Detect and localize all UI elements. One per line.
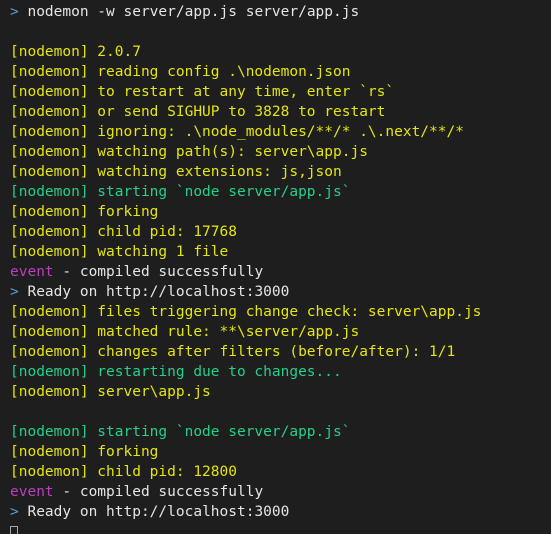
terminal-segment: [nodemon] reading config .\nodemon.json <box>10 64 351 80</box>
terminal-line-log: [nodemon] 2.0.7 <box>10 42 551 62</box>
terminal-line-log: [nodemon] restarting due to changes... <box>10 362 551 382</box>
terminal-window[interactable]: > nodemon -w server/app.js server/app.js… <box>0 0 551 534</box>
terminal-line-log: [nodemon] changes after filters (before/… <box>10 342 551 362</box>
terminal-line-event: event - compiled successfully <box>10 262 551 282</box>
terminal-line-log: [nodemon] starting `node server/app.js` <box>10 182 551 202</box>
terminal-segment: > <box>10 504 28 520</box>
terminal-line-log: [nodemon] forking <box>10 202 551 222</box>
terminal-segment: Ready on http://localhost:3000 <box>27 504 290 520</box>
terminal-line-log: [nodemon] ignoring: .\node_modules/**/* … <box>10 122 551 142</box>
terminal-segment: [nodemon] watching extensions: js,json <box>10 164 342 180</box>
terminal-line-event: event - compiled successfully <box>10 482 551 502</box>
terminal-line-log: [nodemon] server\app.js <box>10 382 551 402</box>
terminal-line-log: [nodemon] matched rule: **\server/app.js <box>10 322 551 342</box>
terminal-line-status: > Ready on http://localhost:3000 <box>10 282 551 302</box>
terminal-line-log: [nodemon] to restart at any time, enter … <box>10 82 551 102</box>
terminal-segment: [nodemon] starting `node server/app.js` <box>10 424 351 440</box>
terminal-segment: [nodemon] ignoring: .\node_modules/**/* … <box>10 124 464 140</box>
terminal-line-log: [nodemon] watching 1 file <box>10 242 551 262</box>
terminal-segment: event <box>10 264 54 280</box>
terminal-segment: > <box>10 4 28 20</box>
terminal-line-command: > nodemon -w server/app.js server/app.js <box>10 2 551 22</box>
terminal-segment: [nodemon] child pid: 12800 <box>10 464 237 480</box>
terminal-segment: [nodemon] files triggering change check:… <box>10 304 482 320</box>
terminal-line-log: [nodemon] child pid: 17768 <box>10 222 551 242</box>
terminal-segment: Ready on http://localhost:3000 <box>27 284 290 300</box>
terminal-line-log: [nodemon] or send SIGHUP to 3828 to rest… <box>10 102 551 122</box>
terminal-line-log: [nodemon] starting `node server/app.js` <box>10 422 551 442</box>
terminal-segment: [nodemon] changes after filters (before/… <box>10 344 456 360</box>
terminal-line-log: [nodemon] reading config .\nodemon.json <box>10 62 551 82</box>
terminal-line-cursor <box>10 522 551 534</box>
terminal-output: > nodemon -w server/app.js server/app.js… <box>0 0 551 534</box>
terminal-cursor[interactable] <box>10 526 18 534</box>
terminal-segment: [nodemon] restarting due to changes... <box>10 364 342 380</box>
terminal-segment: [nodemon] watching path(s): server\app.j… <box>10 144 368 160</box>
terminal-line-status: > Ready on http://localhost:3000 <box>10 502 551 522</box>
terminal-segment: [nodemon] forking <box>10 444 159 460</box>
terminal-segment: [nodemon] watching 1 file <box>10 244 229 260</box>
terminal-line-log: [nodemon] child pid: 12800 <box>10 462 551 482</box>
terminal-line-log: [nodemon] watching path(s): server\app.j… <box>10 142 551 162</box>
terminal-segment: > <box>10 284 28 300</box>
terminal-segment: [nodemon] matched rule: **\server/app.js <box>10 324 360 340</box>
terminal-segment: [nodemon] to restart at any time, enter … <box>10 84 395 100</box>
terminal-line-log: [nodemon] files triggering change check:… <box>10 302 551 322</box>
terminal-segment: [nodemon] child pid: 17768 <box>10 224 237 240</box>
terminal-segment: - compiled successfully <box>53 264 264 280</box>
terminal-segment: [nodemon] 2.0.7 <box>10 44 141 60</box>
terminal-segment: [nodemon] or send SIGHUP to 3828 to rest… <box>10 104 386 120</box>
terminal-segment: [nodemon] forking <box>10 204 159 220</box>
terminal-segment: - compiled successfully <box>53 484 264 500</box>
terminal-line-log: [nodemon] watching extensions: js,json <box>10 162 551 182</box>
terminal-segment: [nodemon] server\app.js <box>10 384 211 400</box>
terminal-segment: nodemon -w server/app.js server/app.js <box>27 4 360 20</box>
terminal-line-log: [nodemon] forking <box>10 442 551 462</box>
terminal-segment: [nodemon] starting `node server/app.js` <box>10 184 351 200</box>
terminal-segment: event <box>10 484 54 500</box>
